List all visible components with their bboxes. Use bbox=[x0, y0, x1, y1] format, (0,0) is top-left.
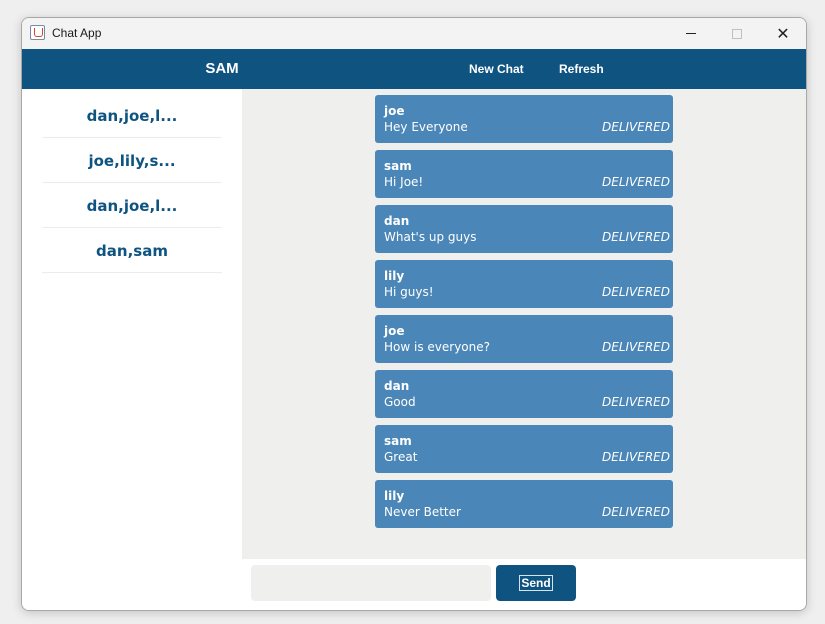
minimize-button[interactable] bbox=[668, 18, 714, 49]
message-bubble: joe Hey Everyone DELIVERED bbox=[375, 95, 673, 143]
composer-bar: Send bbox=[242, 559, 806, 610]
app-header: SAM New Chat Refresh bbox=[22, 49, 806, 89]
message-sender: sam bbox=[384, 434, 412, 448]
message-status: DELIVERED bbox=[602, 120, 670, 134]
message-sender: joe bbox=[384, 104, 405, 118]
message-sender: dan bbox=[384, 214, 410, 228]
window-title: Chat App bbox=[52, 26, 102, 40]
title-bar[interactable]: Chat App ✕ bbox=[22, 18, 806, 49]
message-text: What's up guys bbox=[384, 230, 477, 244]
send-button[interactable]: Send bbox=[496, 565, 576, 601]
message-bubble: joe How is everyone? DELIVERED bbox=[375, 315, 673, 363]
chat-app-window: Chat App ✕ SAM New Chat Refresh dan,joe,… bbox=[21, 17, 807, 611]
close-icon: ✕ bbox=[776, 23, 790, 43]
send-button-label: Send bbox=[519, 575, 553, 591]
message-text: Hi Joe! bbox=[384, 175, 424, 189]
message-status: DELIVERED bbox=[602, 175, 670, 189]
close-button[interactable]: ✕ bbox=[760, 18, 806, 49]
current-user-name: SAM bbox=[205, 60, 239, 77]
message-status: DELIVERED bbox=[602, 450, 670, 464]
message-bubble: lily Never Better DELIVERED bbox=[375, 480, 673, 528]
chat-list-sidebar: dan,joe,l... joe,lily,s... dan,joe,l... … bbox=[22, 89, 242, 610]
message-status: DELIVERED bbox=[602, 395, 670, 409]
message-bubble: sam Great DELIVERED bbox=[375, 425, 673, 473]
refresh-button[interactable]: Refresh bbox=[559, 49, 604, 89]
message-sender: lily bbox=[384, 269, 405, 283]
message-status: DELIVERED bbox=[602, 230, 670, 244]
message-text: Hi guys! bbox=[384, 285, 434, 299]
chat-list-item[interactable]: dan,sam bbox=[42, 229, 222, 273]
message-status: DELIVERED bbox=[602, 340, 670, 354]
chat-list-item[interactable]: joe,lily,s... bbox=[42, 139, 222, 183]
maximize-button[interactable] bbox=[714, 18, 760, 49]
message-text: Never Better bbox=[384, 505, 461, 519]
java-cup-icon bbox=[30, 25, 45, 40]
message-bubble: dan What's up guys DELIVERED bbox=[375, 205, 673, 253]
message-status: DELIVERED bbox=[602, 505, 670, 519]
maximize-icon bbox=[732, 28, 742, 39]
chat-list-item[interactable]: dan,joe,l... bbox=[42, 184, 222, 228]
message-sender: lily bbox=[384, 489, 405, 503]
message-sender: joe bbox=[384, 324, 405, 338]
message-bubble: dan Good DELIVERED bbox=[375, 370, 673, 418]
minimize-icon bbox=[686, 33, 696, 34]
message-status: DELIVERED bbox=[602, 285, 670, 299]
message-text: How is everyone? bbox=[384, 340, 490, 354]
message-input[interactable] bbox=[251, 565, 491, 601]
message-bubble: lily Hi guys! DELIVERED bbox=[375, 260, 673, 308]
new-chat-button[interactable]: New Chat bbox=[469, 49, 524, 89]
message-sender: sam bbox=[384, 159, 412, 173]
message-text: Good bbox=[384, 395, 416, 409]
chat-list-item[interactable]: dan,joe,l... bbox=[42, 94, 222, 138]
message-sender: dan bbox=[384, 379, 410, 393]
message-text: Hey Everyone bbox=[384, 120, 468, 134]
message-bubble: sam Hi Joe! DELIVERED bbox=[375, 150, 673, 198]
message-text: Great bbox=[384, 450, 418, 464]
message-thread[interactable]: joe Hey Everyone DELIVERED sam Hi Joe! D… bbox=[242, 89, 806, 559]
